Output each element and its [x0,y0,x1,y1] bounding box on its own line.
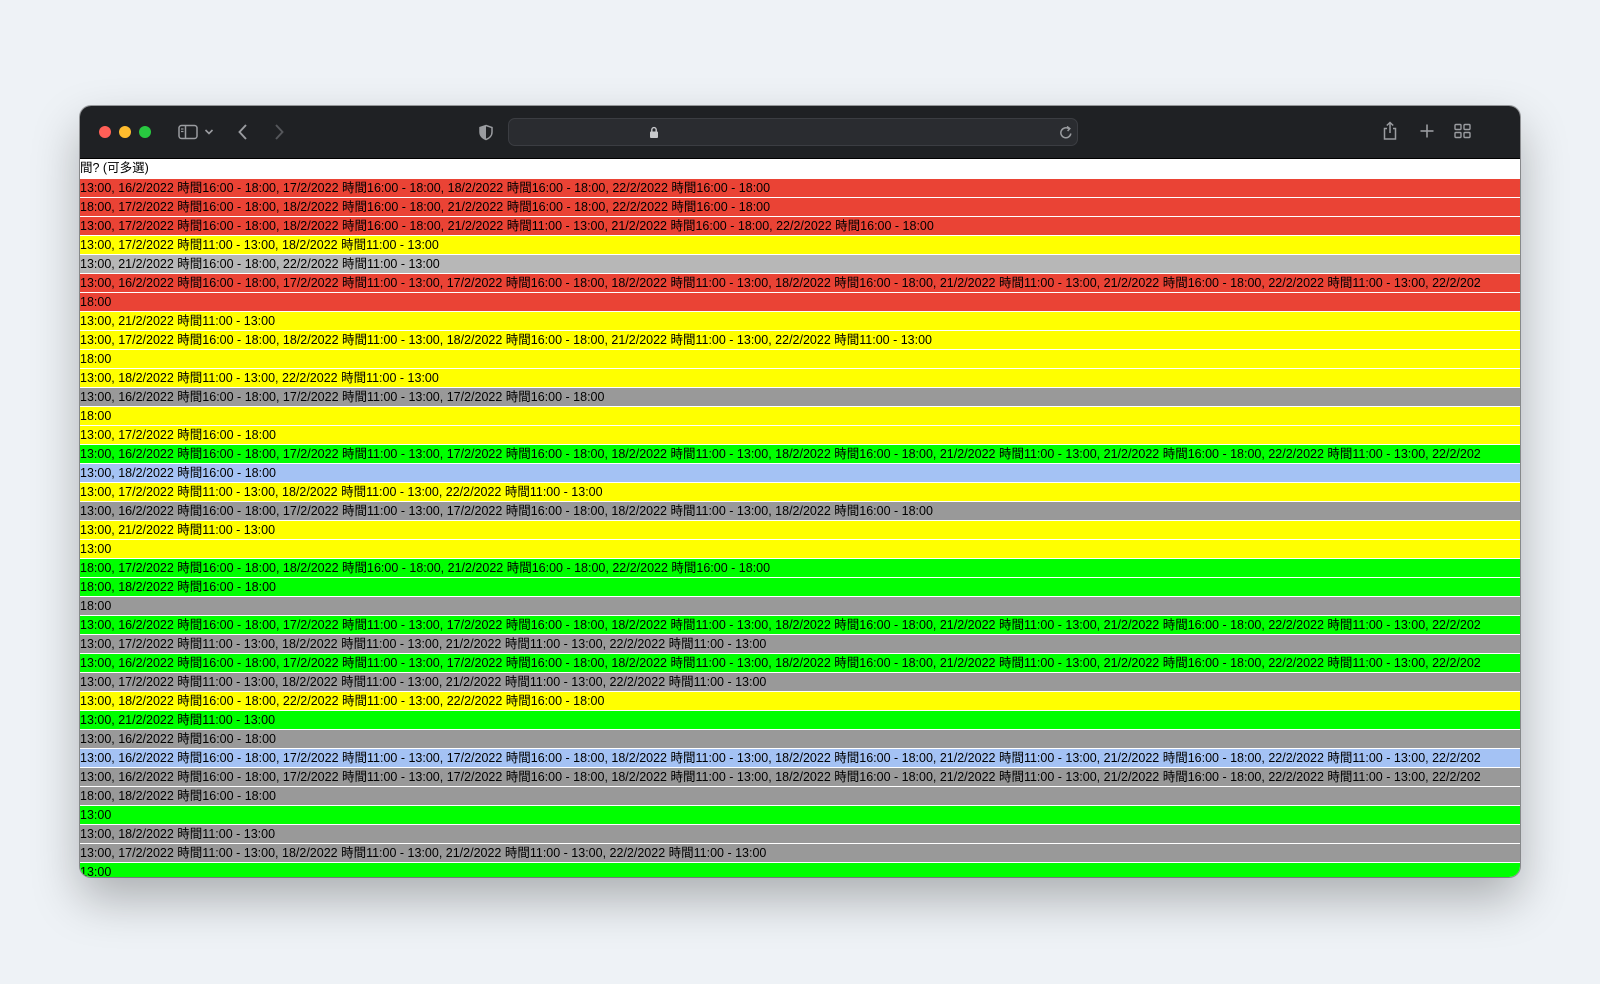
table-row[interactable]: 13:00, 21/2/2022 時間11:00 - 13:00 [80,711,1520,729]
address-bar[interactable] [508,118,1078,146]
close-window-button[interactable] [99,126,111,138]
table-row[interactable]: 18:00 [80,407,1520,425]
table-row[interactable]: 13:00, 16/2/2022 時間16:00 - 18:00, 17/2/2… [80,749,1520,767]
privacy-shield-icon[interactable] [478,124,494,141]
table-row[interactable]: 13:00, 16/2/2022 時間16:00 - 18:00, 17/2/2… [80,388,1520,406]
tab-overview-icon[interactable] [1454,123,1471,139]
table-row[interactable]: 13:00, 17/2/2022 時間11:00 - 13:00, 18/2/2… [80,673,1520,691]
table-row[interactable]: 18:00, 18/2/2022 時間16:00 - 18:00 [80,578,1520,596]
table-row[interactable]: 18:00 [80,597,1520,615]
spreadsheet-content: 間? (可多選) 13:00, 16/2/2022 時間16:00 - 18:0… [80,159,1520,877]
table-row[interactable]: 18:00, 17/2/2022 時間16:00 - 18:00, 18/2/2… [80,559,1520,577]
lock-icon [649,126,659,139]
table-row[interactable]: 18:00 [80,293,1520,311]
table-row[interactable]: 13:00, 16/2/2022 時間16:00 - 18:00, 17/2/2… [80,654,1520,672]
table-row[interactable]: 13:00, 16/2/2022 時間16:00 - 18:00, 17/2/2… [80,179,1520,197]
table-row[interactable]: 13:00 [80,806,1520,824]
reload-icon[interactable] [1059,125,1073,140]
table-row[interactable]: 13:00, 17/2/2022 時間11:00 - 13:00, 18/2/2… [80,236,1520,254]
table-row[interactable]: 13:00, 21/2/2022 時間11:00 - 13:00 [80,312,1520,330]
forward-arrow-icon[interactable] [273,123,285,141]
zoom-window-button[interactable] [139,126,151,138]
table-row[interactable]: 13:00, 16/2/2022 時間16:00 - 18:00, 17/2/2… [80,274,1520,292]
table-row[interactable]: 13:00, 17/2/2022 時間16:00 - 18:00 [80,426,1520,444]
table-row[interactable]: 13:00, 16/2/2022 時間16:00 - 18:00, 17/2/2… [80,502,1520,520]
back-arrow-icon[interactable] [237,123,249,141]
table-row[interactable]: 13:00, 17/2/2022 時間16:00 - 18:00, 18/2/2… [80,217,1520,235]
table-row[interactable]: 13:00, 17/2/2022 時間16:00 - 18:00, 18/2/2… [80,331,1520,349]
column-header: 間? (可多選) [80,159,1520,178]
plus-icon[interactable] [1419,123,1435,139]
table-row[interactable]: 13:00, 16/2/2022 時間16:00 - 18:00, 17/2/2… [80,445,1520,463]
table-row[interactable]: 18:00, 17/2/2022 時間16:00 - 18:00, 18/2/2… [80,198,1520,216]
table-row[interactable]: 13:00, 17/2/2022 時間11:00 - 13:00, 18/2/2… [80,844,1520,862]
table-row[interactable]: 13:00, 16/2/2022 時間16:00 - 18:00 [80,730,1520,748]
table-row[interactable]: 13:00 [80,863,1520,877]
table-row[interactable]: 13:00, 21/2/2022 時間16:00 - 18:00, 22/2/2… [80,255,1520,273]
minimize-window-button[interactable] [119,126,131,138]
table-row[interactable]: 13:00, 17/2/2022 時間11:00 - 13:00, 18/2/2… [80,635,1520,653]
table-row[interactable]: 13:00, 18/2/2022 時間16:00 - 18:00, 22/2/2… [80,692,1520,710]
browser-toolbar [80,106,1520,159]
table-row[interactable]: 18:00 [80,350,1520,368]
table-row[interactable]: 13:00, 18/2/2022 時間11:00 - 13:00 [80,825,1520,843]
table-row[interactable]: 13:00, 16/2/2022 時間16:00 - 18:00, 17/2/2… [80,768,1520,786]
table-row[interactable]: 18:00, 18/2/2022 時間16:00 - 18:00 [80,787,1520,805]
chevron-down-icon[interactable] [204,128,214,136]
browser-window: 間? (可多選) 13:00, 16/2/2022 時間16:00 - 18:0… [80,106,1520,877]
table-row[interactable]: 13:00, 18/2/2022 時間16:00 - 18:00 [80,464,1520,482]
table-row[interactable]: 13:00, 21/2/2022 時間11:00 - 13:00 [80,521,1520,539]
response-rows: 13:00, 16/2/2022 時間16:00 - 18:00, 17/2/2… [80,179,1520,877]
table-row[interactable]: 13:00 [80,540,1520,558]
table-row[interactable]: 13:00, 16/2/2022 時間16:00 - 18:00, 17/2/2… [80,616,1520,634]
table-row[interactable]: 13:00, 18/2/2022 時間11:00 - 13:00, 22/2/2… [80,369,1520,387]
table-row[interactable]: 13:00, 17/2/2022 時間11:00 - 13:00, 18/2/2… [80,483,1520,501]
share-icon[interactable] [1382,121,1398,141]
sidebar-icon[interactable] [178,124,198,140]
